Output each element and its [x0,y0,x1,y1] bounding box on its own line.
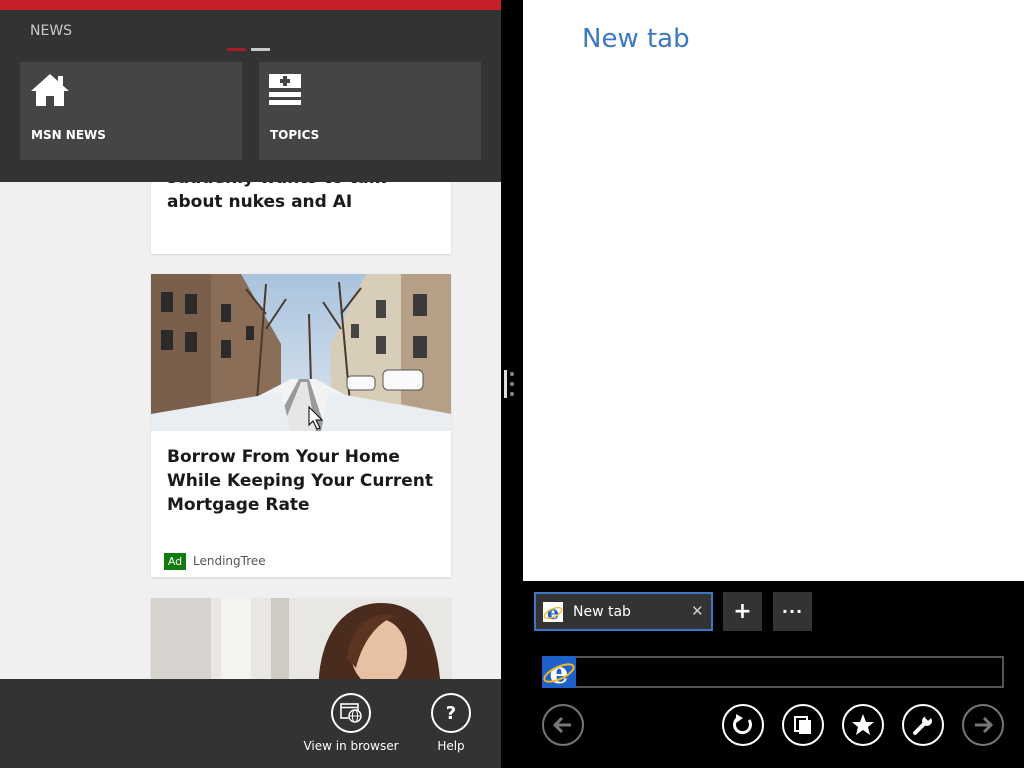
more-icon: ··· [781,602,804,621]
ad-article-card[interactable]: Borrow From Your Home While Keeping Your… [151,274,451,577]
favorites-button[interactable] [842,704,884,746]
help-symbol: ? [445,702,457,724]
ie-logo-icon: e [543,602,563,624]
nav-panel: NEWS MSN NEWS TOPICS [0,10,501,182]
ad-badge: Ad [164,553,186,570]
nav-tile-msn-news[interactable]: MSN NEWS [20,62,242,160]
back-button[interactable] [542,704,584,746]
app-bar: View in browser ? Help [0,679,501,768]
help-button[interactable]: ? Help [421,693,481,753]
divider-grip-line [504,370,507,398]
back-icon [552,716,571,734]
browser-globe-icon [331,693,371,733]
tab-label: New tab [573,604,631,620]
browser-app-bar: e New tab ✕ + ··· e [523,581,1024,768]
tools-icon [913,713,933,735]
address-bar[interactable]: e [542,656,1004,691]
page-title: New tab [582,24,690,54]
browser-pane: New tab e New tab ✕ + ··· e [523,0,1024,768]
plus-icon: + [733,599,752,624]
forward-icon [975,716,994,734]
help-label: Help [437,739,465,753]
topics-icon [269,72,309,108]
nav-tile-topics[interactable]: TOPICS [259,62,481,160]
refresh-icon [733,714,752,735]
ad-source: LendingTree [193,554,266,568]
page-tools-button[interactable] [902,704,944,746]
nav-tile-label: TOPICS [270,128,320,142]
split-view-divider[interactable] [501,0,523,768]
home-icon [30,72,70,108]
grip-dot [510,372,514,376]
article-title[interactable]: Borrow From Your Home While Keeping Your… [167,445,439,517]
app-accent-bar [0,0,501,10]
page-dot-active [227,48,246,51]
svg-text:e: e [549,656,568,688]
new-tab-button[interactable]: + [723,592,762,631]
view-in-browser-label: View in browser [303,739,399,753]
news-app: suddenly wants to talk about nukes and A… [0,0,501,768]
page-dot [251,48,270,51]
help-icon: ? [431,693,471,733]
tabs-button[interactable] [782,704,824,746]
view-in-browser-button[interactable]: View in browser [301,693,401,753]
ie-logo-icon: e [542,656,576,691]
tab-tools-button[interactable]: ··· [773,592,812,631]
forward-button[interactable] [962,704,1004,746]
refresh-button[interactable] [722,704,764,746]
snowy-street-photo [151,274,451,431]
tabs-icon [794,716,811,734]
app-name: NEWS [30,23,73,39]
tab-new-tab[interactable]: e New tab ✕ [534,592,713,631]
address-input[interactable] [576,658,1000,686]
close-tab-icon[interactable]: ✕ [691,602,704,620]
grip-dot [510,392,514,396]
nav-tile-label: MSN NEWS [31,128,106,142]
grip-dot [510,382,514,386]
favorites-icon [852,714,874,735]
